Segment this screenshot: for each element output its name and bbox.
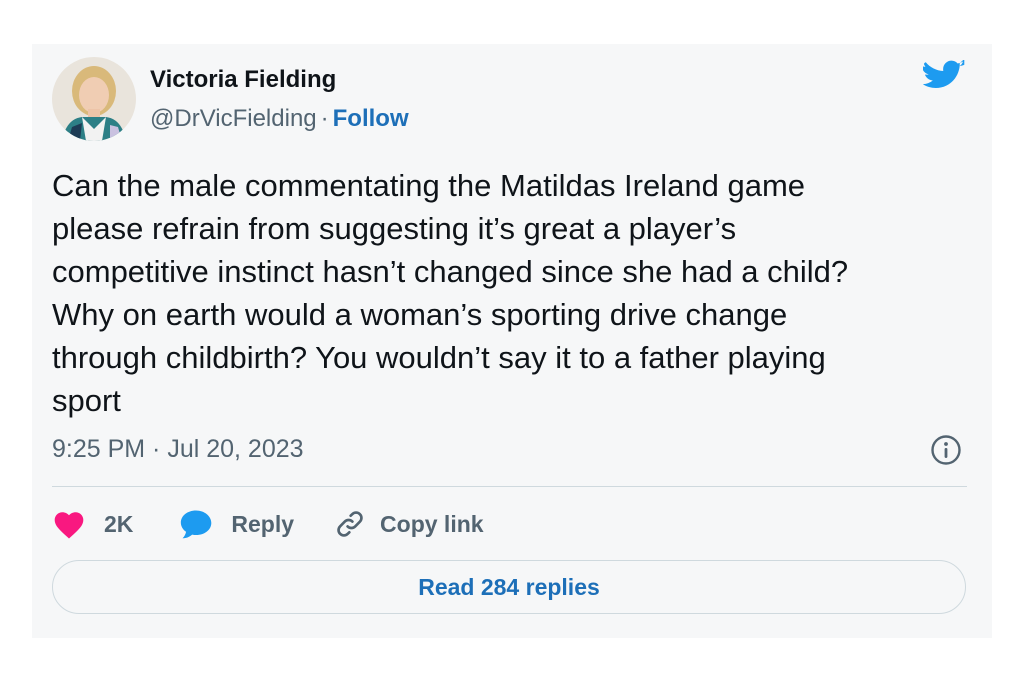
like-button[interactable]: 2K — [52, 509, 179, 539]
author-handle-row: @DrVicFielding · Follow — [150, 105, 409, 133]
author-handle[interactable]: @DrVicFielding — [150, 105, 317, 132]
like-count: 2K — [104, 510, 134, 537]
link-icon — [337, 511, 363, 537]
twitter-bird-icon[interactable] — [921, 58, 965, 96]
tweet-card: Victoria Fielding @DrVicFielding · Follow … — [32, 44, 992, 638]
follow-button[interactable]: Follow — [333, 105, 409, 132]
divider — [52, 486, 967, 487]
copy-link-button[interactable]: Copy link — [334, 508, 484, 540]
tweet-timestamp[interactable]: 9:25 PM · Jul 20, 2023 — [52, 435, 304, 464]
avatar[interactable] — [52, 57, 136, 141]
reply-label: Reply — [231, 510, 295, 537]
author-name[interactable]: Victoria Fielding — [150, 66, 336, 94]
reply-button[interactable]: Reply — [179, 508, 334, 540]
read-replies-button[interactable]: Read 284 replies — [52, 560, 966, 614]
tweet-text: Can the male commentating the Matildas I… — [52, 168, 849, 418]
separator-dot: · — [320, 105, 329, 132]
action-bar: 2K Reply Copy link — [52, 506, 484, 542]
heart-icon — [54, 512, 84, 539]
speech-bubble-icon — [181, 510, 212, 539]
info-icon[interactable] — [930, 434, 962, 466]
copy-link-label: Copy link — [380, 510, 484, 537]
